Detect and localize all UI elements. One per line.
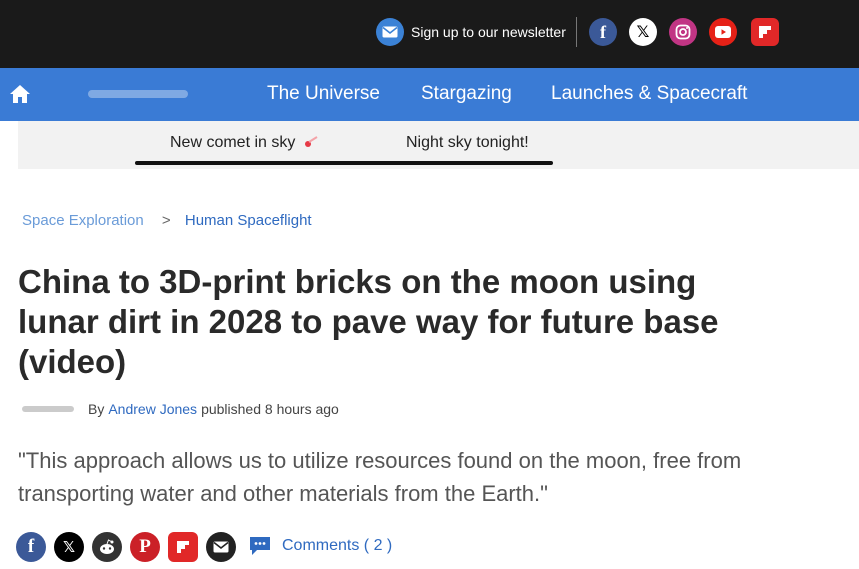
nav-item-launches-spacecraft[interactable]: Launches & Spacecraft [551, 83, 747, 105]
breadcrumb-separator: > [161, 212, 171, 229]
comment-bubble-icon [250, 537, 270, 555]
x-icon[interactable]: 𝕏 [629, 18, 657, 46]
author-avatar [22, 406, 74, 412]
trending-label: New comet in sky [170, 134, 296, 151]
facebook-icon[interactable]: f [589, 18, 617, 46]
share-reddit-icon[interactable] [92, 532, 122, 562]
article-standfirst: "This approach allows us to utilize reso… [18, 448, 742, 506]
breadcrumb: Space Exploration > Human Spaceflight [22, 212, 312, 229]
share-row: f 𝕏 P Comments ( 2 ) [16, 532, 436, 562]
newsletter-signup[interactable]: Sign up to our newsletter [376, 18, 566, 46]
main-nav: The Universe Stargazing Launches & Space… [0, 68, 859, 121]
breadcrumb-space-exploration[interactable]: Space Exploration [22, 212, 144, 229]
trending-bar: New comet in sky Night sky tonight! [18, 121, 859, 169]
byline: By Andrew Jones published 8 hours ago [22, 401, 339, 417]
trending-item-night-sky[interactable]: Night sky tonight! [406, 134, 529, 152]
published-time: published 8 hours ago [201, 401, 339, 417]
comments-label: Comments ( 2 ) [282, 537, 393, 554]
share-facebook-icon[interactable]: f [16, 532, 46, 562]
nav-item-stargazing[interactable]: Stargazing [421, 83, 512, 105]
site-logo[interactable] [88, 86, 188, 102]
share-pinterest-icon[interactable]: P [130, 532, 160, 562]
nav-item-the-universe[interactable]: The Universe [267, 83, 380, 105]
share-x-icon[interactable]: 𝕏 [54, 532, 84, 562]
flipboard-icon[interactable] [751, 18, 779, 46]
share-email-icon[interactable] [206, 532, 236, 562]
article-title: China to 3D-print bricks on the moon usi… [18, 263, 719, 380]
comments-link[interactable]: Comments ( 2 ) [248, 535, 392, 557]
home-icon[interactable] [8, 83, 32, 105]
share-flipboard-icon[interactable] [168, 532, 198, 562]
breadcrumb-human-spaceflight[interactable]: Human Spaceflight [185, 212, 312, 229]
email-icon [376, 18, 404, 46]
byline-prefix: By [88, 401, 105, 417]
active-underline [135, 161, 553, 165]
youtube-icon[interactable] [709, 18, 737, 46]
author-link[interactable]: Andrew Jones [108, 401, 197, 417]
instagram-icon[interactable] [669, 18, 697, 46]
comet-icon [304, 136, 318, 147]
top-bar: Sign up to our newsletter f 𝕏 [0, 0, 859, 68]
divider [576, 17, 577, 47]
trending-item-new-comet[interactable]: New comet in sky [170, 134, 318, 152]
newsletter-label: Sign up to our newsletter [411, 24, 566, 40]
